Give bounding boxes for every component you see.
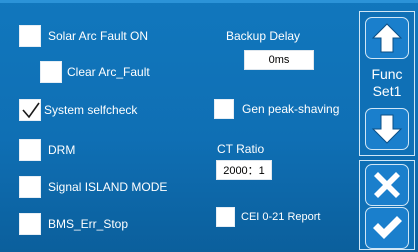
- option-label: BMS_Err_Stop: [48, 217, 129, 231]
- function-panel: Func Set1: [359, 11, 415, 156]
- func-set-line2: Set1: [372, 83, 402, 99]
- checkbox-drm[interactable]: [19, 139, 41, 161]
- option-label: Clear Arc_Fault: [67, 65, 150, 79]
- option-cei-report[interactable]: CEI 0-21 Report: [216, 207, 320, 227]
- action-panel: [359, 160, 415, 250]
- func-set-line1: Func: [371, 66, 403, 82]
- arrow-up-icon: [371, 23, 403, 53]
- ct-ratio-label: CT Ratio: [217, 142, 265, 156]
- option-bms-err-stop[interactable]: BMS_Err_Stop: [19, 213, 128, 235]
- checkbox-clear-arc-fault[interactable]: [40, 61, 62, 83]
- close-icon: [374, 172, 400, 198]
- backup-delay-input[interactable]: 0ms: [244, 50, 314, 70]
- checkbox-cei-report[interactable]: [216, 207, 235, 227]
- option-gen-peak-shaving[interactable]: Gen peak-shaving: [214, 99, 339, 119]
- option-drm[interactable]: DRM: [19, 139, 75, 161]
- option-system-selfcheck[interactable]: System selfcheck: [19, 99, 137, 121]
- page-up-button[interactable]: [365, 17, 409, 59]
- option-label: Solar Arc Fault ON: [48, 29, 149, 43]
- settings-screen: Solar Arc Fault ON Clear Arc_Fault Syste…: [0, 0, 418, 252]
- checkbox-signal-island-mode[interactable]: [19, 176, 41, 198]
- option-label: Signal ISLAND MODE: [48, 180, 168, 194]
- option-clear-arc-fault[interactable]: Clear Arc_Fault: [40, 61, 150, 83]
- option-label: DRM: [48, 143, 76, 157]
- checkbox-gen-peak-shaving[interactable]: [214, 99, 234, 119]
- option-label: System selfcheck: [44, 103, 138, 117]
- ct-ratio-input[interactable]: 2000：1: [216, 160, 272, 180]
- confirm-button[interactable]: [365, 207, 409, 249]
- checkbox-bms-err-stop[interactable]: [19, 213, 41, 235]
- option-label: CEI 0-21 Report: [241, 211, 321, 223]
- arrow-down-icon: [371, 114, 403, 144]
- page-down-button[interactable]: [365, 108, 409, 150]
- option-solar-arc-fault[interactable]: Solar Arc Fault ON: [19, 25, 148, 47]
- cancel-button[interactable]: [365, 164, 409, 206]
- checkmark-icon: [373, 216, 402, 239]
- option-signal-island-mode[interactable]: Signal ISLAND MODE: [19, 176, 167, 198]
- checkbox-solar-arc-fault[interactable]: [19, 25, 41, 47]
- checkmark-icon: [22, 102, 40, 119]
- backup-delay-label: Backup Delay: [226, 29, 301, 43]
- checkbox-system-selfcheck[interactable]: [19, 99, 41, 121]
- option-label: Gen peak-shaving: [242, 102, 340, 116]
